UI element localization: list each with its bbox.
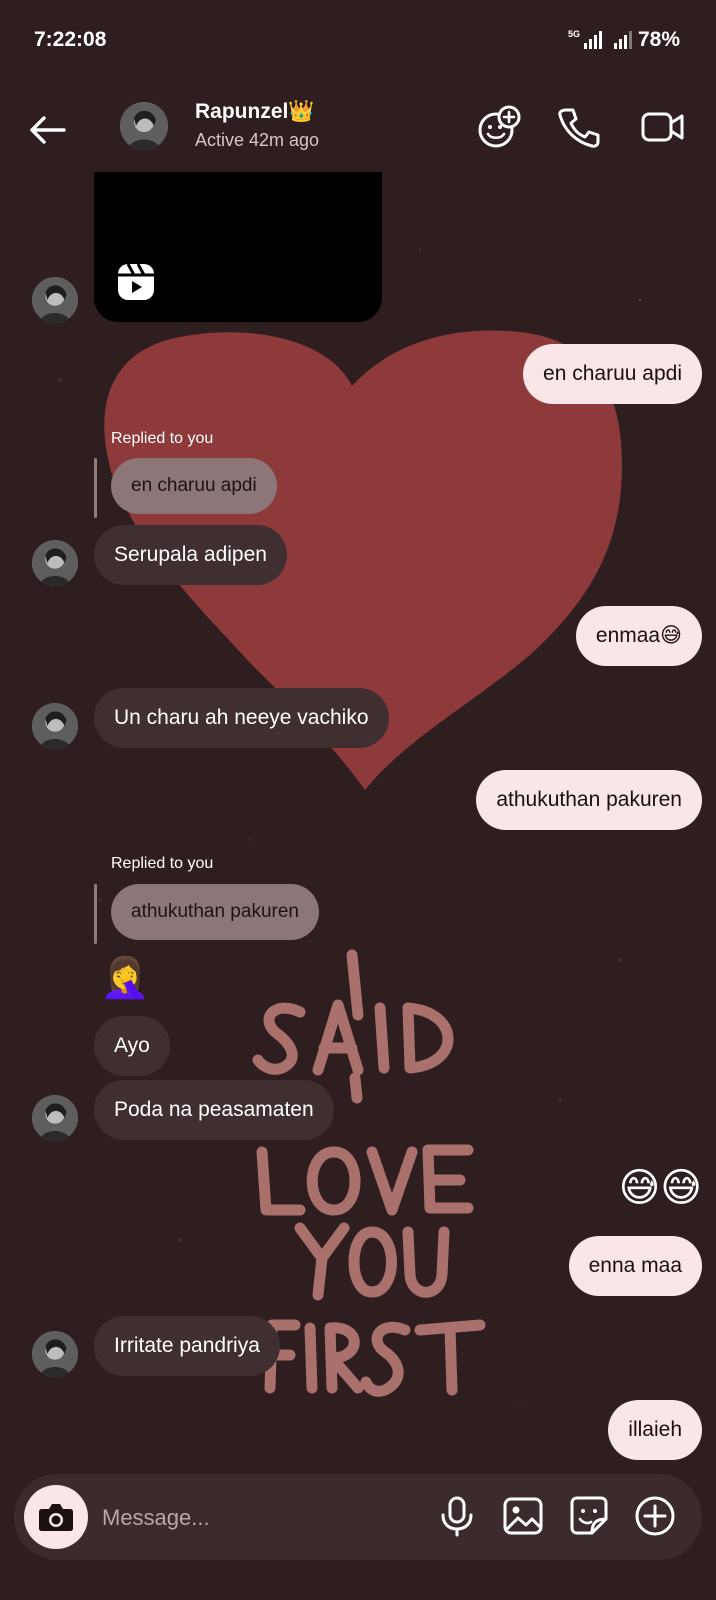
microphone-icon[interactable] <box>434 1493 480 1539</box>
network-type: 5G <box>567 29 580 39</box>
gallery-icon[interactable] <box>500 1493 546 1539</box>
phone-call-icon[interactable] <box>556 104 602 150</box>
outgoing-message[interactable]: athukuthan pakuren <box>476 770 702 830</box>
incoming-message[interactable]: Serupala adipen <box>94 525 287 585</box>
camera-button[interactable] <box>24 1485 88 1549</box>
incoming-message[interactable]: Ayo <box>94 1016 170 1076</box>
outgoing-message[interactable]: en charuu apdi <box>523 344 702 404</box>
contact-avatar[interactable] <box>120 102 168 150</box>
outgoing-message[interactable]: enna maa <box>568 1236 702 1296</box>
shared-reel-preview[interactable] <box>94 172 382 322</box>
emoji-message[interactable]: 😅😅 <box>619 1164 702 1212</box>
reply-label: Replied to you <box>111 855 214 872</box>
camera-icon <box>39 1504 73 1531</box>
sender-avatar[interactable] <box>32 277 78 323</box>
contact-name[interactable]: Rapunzel👑 <box>195 100 315 124</box>
i-said-i-love-you-first-art <box>252 949 486 1397</box>
emoji-message[interactable]: 🤦‍♀️ <box>100 954 150 1002</box>
status-time: 7:22:08 <box>34 28 107 51</box>
contact-activity-status: Active 42m ago <box>195 130 320 150</box>
quoted-message[interactable]: en charuu apdi <box>111 458 277 514</box>
outgoing-message[interactable]: enmaa😅 <box>575 606 702 666</box>
signal-icon-2 <box>613 31 632 49</box>
video-call-icon[interactable] <box>640 104 686 150</box>
add-people-icon[interactable] <box>476 104 522 150</box>
reply-indicator-bar <box>94 458 97 518</box>
reply-label: Replied to you <box>111 430 214 447</box>
outgoing-message[interactable]: illaieh <box>608 1400 702 1460</box>
sender-avatar[interactable] <box>32 1095 78 1141</box>
sender-avatar[interactable] <box>32 540 78 586</box>
sender-avatar[interactable] <box>32 1331 78 1377</box>
incoming-message[interactable]: Un charu ah neeye vachiko <box>94 688 389 748</box>
sender-avatar[interactable] <box>32 703 78 749</box>
status-icons: 5G 78% <box>568 28 680 52</box>
avatar-image <box>120 102 168 150</box>
incoming-message[interactable]: Poda na peasamaten <box>94 1080 334 1140</box>
quoted-message[interactable]: athukuthan pakuren <box>111 884 319 940</box>
battery-level: 78% <box>637 28 680 51</box>
sticker-icon[interactable] <box>566 1493 612 1539</box>
chat-header: Rapunzel👑 Active 42m ago <box>0 86 716 176</box>
reels-icon <box>118 263 154 300</box>
message-input[interactable] <box>100 1492 404 1544</box>
signal-icon <box>583 31 602 49</box>
reply-indicator-bar <box>94 884 97 944</box>
add-more-icon[interactable] <box>632 1493 678 1539</box>
status-bar: 7:22:08 5G 78% <box>0 0 716 80</box>
back-arrow-icon[interactable] <box>24 106 72 154</box>
incoming-message[interactable]: Irritate pandriya <box>94 1316 280 1376</box>
message-composer <box>14 1474 702 1560</box>
